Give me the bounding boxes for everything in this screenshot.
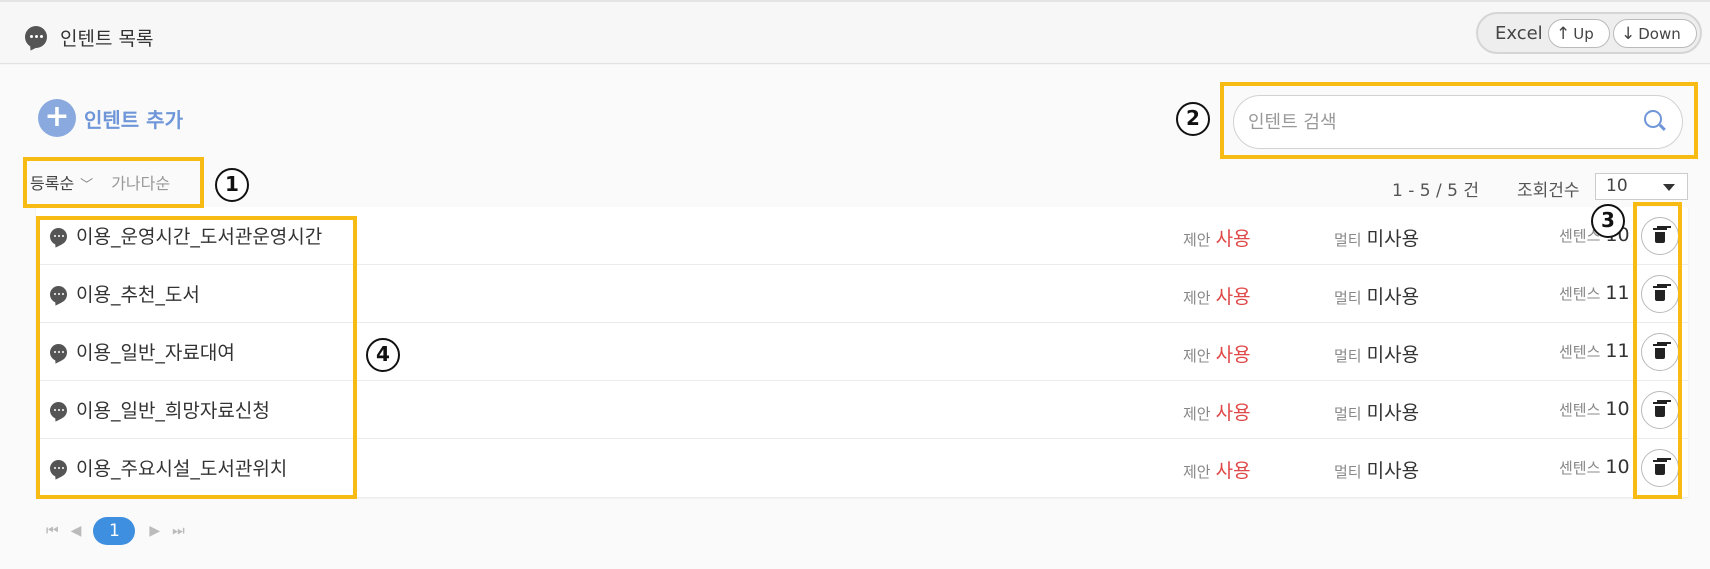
page-frame: 인텐트 목록 Excel ↑ Up ↓ Down + 인텐트 추가 등록순﹀ 가… — [0, 0, 1710, 569]
arrow-up-icon: ↑ — [1556, 23, 1571, 44]
sentence-label: 센텐스 — [1559, 285, 1601, 303]
sentence-label: 센텐스 — [1559, 401, 1601, 419]
multi-value: 미사용 — [1366, 228, 1420, 250]
sentence-value: 10 — [1605, 456, 1630, 478]
sentence-value: 10 — [1605, 398, 1630, 420]
sentence-count: 센텐스10 — [1559, 456, 1630, 478]
rows-per-page-value: 10 — [1606, 176, 1628, 196]
arrow-down-icon: ↓ — [1621, 23, 1636, 44]
download-label: Down — [1638, 24, 1681, 43]
rows-per-page-select[interactable]: 10 — [1595, 173, 1688, 200]
excel-download-button[interactable]: ↓ Down — [1613, 19, 1697, 48]
page-header: 인텐트 목록 Excel ↑ Up ↓ Down — [0, 2, 1710, 64]
annotation-number-1: 1 — [215, 168, 249, 202]
add-intent-button[interactable]: + 인텐트 추가 — [38, 99, 183, 137]
suggest-status: 제안 사용 — [1183, 340, 1251, 367]
annotation-box-delete — [1633, 202, 1682, 499]
suggest-label: 제안 — [1183, 347, 1211, 365]
multi-value: 미사용 — [1366, 460, 1420, 482]
suggest-status: 제안 사용 — [1183, 282, 1251, 309]
caret-down-icon — [1663, 184, 1675, 191]
page-title: 인텐트 목록 — [60, 28, 154, 50]
annotation-box-intent-names — [36, 216, 357, 499]
suggest-label: 제안 — [1183, 405, 1211, 423]
sentence-count: 센텐스 11 — [1559, 282, 1630, 304]
suggest-value: 사용 — [1215, 228, 1251, 250]
multi-status: 멀티 미사용 — [1334, 340, 1419, 367]
suggest-status: 제안 사용 — [1183, 398, 1251, 425]
suggest-value: 사용 — [1215, 460, 1251, 482]
suggest-value: 사용 — [1215, 402, 1251, 424]
suggest-value: 사용 — [1215, 286, 1251, 308]
suggest-label: 제안 — [1183, 231, 1211, 249]
sentence-count: 센텐스 11 — [1559, 340, 1630, 362]
next-page-icon[interactable]: ▶ — [149, 523, 160, 539]
suggest-value: 사용 — [1215, 344, 1251, 366]
annotation-number-2: 2 — [1176, 102, 1210, 136]
sentence-label: 센텐스 — [1559, 459, 1601, 477]
suggest-label: 제안 — [1183, 463, 1211, 481]
multi-status: 멀티 미사용 — [1334, 456, 1419, 483]
excel-upload-button[interactable]: ↑ Up — [1548, 19, 1610, 48]
suggest-status: 제안 사용 — [1183, 224, 1251, 251]
prev-page-icon[interactable]: ◀ — [71, 523, 82, 539]
rows-per-page-label: 조회건수 — [1517, 181, 1580, 201]
first-page-icon[interactable]: ⏮ — [46, 523, 59, 539]
annotation-box-search — [1220, 82, 1698, 159]
annotation-box-sort — [23, 157, 204, 208]
chat-bubble-icon — [25, 26, 47, 48]
multi-status: 멀티 미사용 — [1334, 282, 1419, 309]
multi-label: 멀티 — [1334, 231, 1362, 249]
sentence-label: 센텐스 — [1559, 343, 1601, 361]
multi-value: 미사용 — [1366, 344, 1420, 366]
annotation-number-3: 3 — [1591, 204, 1625, 238]
sentence-count: 센텐스10 — [1559, 398, 1630, 420]
multi-value: 미사용 — [1366, 286, 1420, 308]
pagination: ⏮ ◀ 1 ▶ ⏭ — [46, 517, 197, 545]
multi-label: 멀티 — [1334, 463, 1362, 481]
multi-status: 멀티 미사용 — [1334, 224, 1419, 251]
sentence-value: 11 — [1605, 340, 1630, 362]
multi-label: 멀티 — [1334, 347, 1362, 365]
add-intent-label: 인텐트 추가 — [84, 107, 183, 132]
multi-status: 멀티 미사용 — [1334, 398, 1419, 425]
page-1-button[interactable]: 1 — [93, 517, 136, 545]
suggest-label: 제안 — [1183, 289, 1211, 307]
plus-icon: + — [38, 99, 76, 137]
suggest-status: 제안 사용 — [1183, 456, 1251, 483]
multi-label: 멀티 — [1334, 405, 1362, 423]
last-page-icon[interactable]: ⏭ — [172, 523, 185, 539]
upload-label: Up — [1573, 24, 1594, 43]
sentence-value: 11 — [1605, 282, 1630, 304]
multi-value: 미사용 — [1366, 402, 1420, 424]
excel-label: Excel — [1495, 23, 1543, 44]
multi-label: 멀티 — [1334, 289, 1362, 307]
annotation-number-4: 4 — [366, 338, 400, 372]
result-count: 1 - 5 / 5 건 — [1392, 181, 1479, 201]
excel-group: Excel ↑ Up ↓ Down — [1476, 12, 1702, 54]
